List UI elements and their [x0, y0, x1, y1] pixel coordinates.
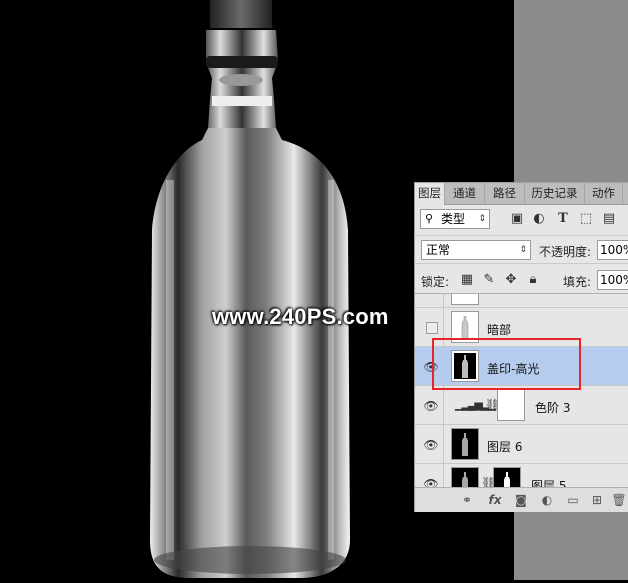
layer-thumbnail [451, 428, 479, 460]
layer-name[interactable]: 色阶 3 [535, 399, 570, 416]
layer-name[interactable]: 暗部 [487, 321, 511, 338]
blend-mode-value: 正常 [426, 243, 451, 257]
filter-kind-select[interactable]: ⚲ 类型 ⇕ [420, 209, 490, 229]
lock-row: 锁定: ▦ ✎ ✥ 🔒︎ 填充: 100% [415, 263, 628, 293]
row-divider [443, 464, 444, 488]
lock-position-move-icon[interactable]: ✥ [503, 272, 519, 288]
visibility-off-box[interactable] [426, 322, 438, 334]
filter-kind-label: 类型 [441, 212, 466, 226]
lock-paint-brush-icon[interactable]: ✎ [481, 272, 497, 288]
tab-history[interactable]: 历史记录 [525, 183, 585, 204]
row-divider [443, 294, 444, 307]
opacity-label: 不透明度: [539, 245, 592, 259]
visibility-eye-icon[interactable]: 👁︎ [423, 438, 439, 452]
layer-name[interactable]: 图层 6 [487, 438, 522, 455]
adjustment-layer-icon[interactable]: ◐ [539, 492, 555, 508]
row-divider [443, 386, 444, 424]
new-layer-icon[interactable]: ⊞ [589, 492, 605, 508]
layer-row[interactable]: 👁︎ 图层 6 [415, 425, 628, 464]
blend-mode-select[interactable]: 正常 ⇕ [421, 240, 531, 260]
layer-row[interactable]: 👁︎ ⛓︎ 图层 5 [415, 464, 628, 488]
type-filter-icon[interactable]: T [555, 211, 571, 227]
row-divider [443, 425, 444, 463]
lock-all-padlock-icon[interactable]: 🔒︎ [525, 272, 541, 288]
tab-layers[interactable]: 图层 [415, 183, 445, 205]
layer-thumbnail [451, 467, 479, 488]
bottle-thumbnail-icon [461, 316, 469, 339]
opacity-input[interactable]: 100% [597, 240, 628, 260]
layer-mask-thumbnail[interactable] [497, 389, 525, 421]
shape-filter-icon[interactable]: ⬚ [578, 211, 594, 227]
layer-mask-thumbnail[interactable] [493, 467, 521, 488]
filter-row: ⚲ 类型 ⇕ ▣ ◐ T ⬚ ▤ [415, 205, 628, 235]
smart-object-filter-icon[interactable]: ▤ [601, 211, 617, 227]
lock-transparency-icon[interactable]: ▦ [459, 272, 475, 288]
fill-label: 填充: [563, 275, 592, 289]
tab-channels[interactable]: 通道 [445, 183, 485, 204]
watermark-text: www.240PS.com [212, 304, 389, 329]
bottle-thumbnail-icon [462, 433, 468, 456]
panel-tabs: 图层 通道 路径 历史记录 动作 [415, 183, 628, 205]
search-icon: ⚲ [425, 212, 434, 225]
tab-actions[interactable]: 动作 [585, 183, 623, 204]
fill-input[interactable]: 100% [597, 270, 628, 290]
tab-paths[interactable]: 路径 [485, 183, 525, 204]
layer-row[interactable]: 👁︎ ▁▂▃▅▂▁ ⛓︎ 色阶 3 [415, 386, 628, 425]
bottle-thumbnail-icon [462, 472, 468, 488]
adjustment-filter-icon[interactable]: ◐ [531, 211, 547, 227]
link-layers-icon[interactable]: ⚭ [459, 492, 475, 508]
lock-label: 锁定: [421, 275, 450, 289]
highlight-annotation-box [432, 338, 581, 390]
trash-icon[interactable]: 🗑︎ [611, 492, 627, 508]
layer-list[interactable]: 👁︎ 暗部 👁︎ 盖印-高光 👁︎ ▁▂▃▅▂▁ ⛓︎ [415, 293, 628, 488]
image-filter-icon[interactable]: ▣ [509, 211, 525, 227]
updown-arrow-icon: ⇕ [519, 245, 527, 255]
mask-icon[interactable]: ◙ [513, 492, 529, 508]
visibility-eye-icon[interactable]: 👁︎ [423, 294, 439, 296]
updown-arrow-icon: ⇕ [478, 214, 486, 224]
blend-row: 正常 ⇕ 不透明度: 100% [415, 235, 628, 263]
fx-icon[interactable]: fx [487, 492, 503, 508]
visibility-eye-icon[interactable]: 👁︎ [423, 399, 439, 413]
group-folder-icon[interactable]: ▭ [565, 492, 581, 508]
layers-bottom-toolbar: ⚭ fx ◙ ◐ ▭ ⊞ 🗑︎ [415, 487, 628, 512]
bottle-mask-icon [504, 472, 510, 488]
layer-thumbnail [451, 294, 479, 305]
layer-row[interactable]: 👁︎ [415, 294, 628, 308]
